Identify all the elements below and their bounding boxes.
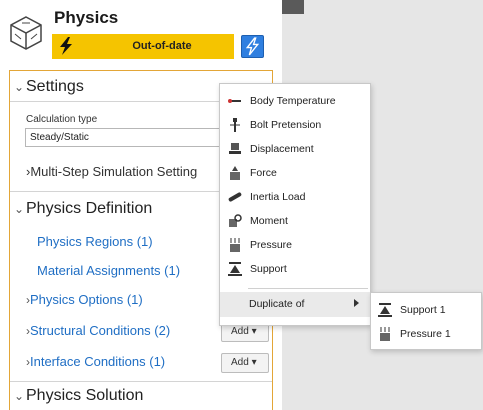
menu-item-duplicate-of[interactable]: Duplicate of — [220, 292, 370, 317]
menu-item-inertia-load[interactable]: Inertia Load — [220, 185, 370, 209]
multi-step-settings[interactable]: ›Multi-Step Simulation Setting — [26, 164, 197, 179]
update-button[interactable] — [241, 35, 264, 58]
menu-item-body-temperature[interactable]: Body Temperature — [220, 89, 370, 113]
physics-options-item[interactable]: ›Physics Options (1) — [26, 292, 143, 307]
submenu-item-label: Support 1 — [400, 304, 446, 316]
moment-icon — [229, 214, 242, 227]
displacement-icon — [229, 143, 241, 154]
divider — [10, 381, 272, 382]
structural-conditions-label: Structural Conditions (2) — [30, 323, 171, 338]
bolt-icon — [230, 118, 240, 132]
physics-options-label: Physics Options (1) — [30, 292, 143, 307]
menu-item-label: Moment — [250, 215, 288, 227]
lightning-icon — [245, 37, 260, 56]
menu-item-label: Displacement — [250, 143, 314, 155]
add-condition-menu: Body Temperature Bolt Pretension Displac… — [219, 83, 371, 326]
settings-section-header[interactable]: ⌄ Settings — [14, 78, 84, 96]
physics-cube-icon — [10, 16, 42, 50]
settings-heading: Settings — [26, 78, 84, 95]
physics-definition-header[interactable]: ⌄ Physics Definition — [14, 200, 152, 218]
force-icon — [230, 166, 240, 180]
physics-definition-heading: Physics Definition — [26, 200, 153, 217]
support-icon — [228, 262, 242, 276]
menu-item-label: Force — [250, 167, 277, 179]
structural-conditions-item[interactable]: ›Structural Conditions (2) — [26, 323, 170, 338]
thermometer-icon — [228, 99, 241, 103]
add-label: Add — [231, 326, 249, 337]
submenu-item-support-1[interactable]: Support 1 — [371, 298, 481, 322]
status-text: Out-of-date — [132, 40, 192, 52]
status-badge: Out-of-date — [52, 34, 234, 59]
support-icon — [378, 303, 392, 317]
chevron-down-icon: ⌄ — [14, 389, 25, 403]
inertia-icon — [228, 192, 242, 202]
physics-solution-header[interactable]: ⌄ Physics Solution — [14, 387, 143, 405]
menu-item-label: Body Temperature — [250, 95, 336, 107]
menu-item-label: Inertia Load — [250, 191, 306, 203]
pressure-icon — [230, 238, 240, 252]
page-title: Physics — [54, 8, 119, 27]
submenu-item-pressure-1[interactable]: Pressure 1 — [371, 322, 481, 346]
menu-item-displacement[interactable]: Displacement — [220, 137, 370, 161]
duplicate-of-label: Duplicate of — [249, 298, 305, 310]
menu-item-moment[interactable]: Moment — [220, 209, 370, 233]
physics-header: Physics Out-of-date — [0, 0, 282, 70]
menu-item-force[interactable]: Force — [220, 161, 370, 185]
viewport-topbar — [282, 0, 304, 14]
calculation-type-label: Calculation type — [26, 114, 98, 125]
menu-item-label: Support — [250, 263, 287, 275]
submenu-arrow-icon — [354, 299, 359, 307]
menu-item-support[interactable]: Support — [220, 257, 370, 281]
submenu-item-label: Pressure 1 — [400, 328, 451, 340]
menu-item-label: Pressure — [250, 239, 293, 251]
menu-item-label: Bolt Pretension — [250, 119, 322, 131]
physics-solution-heading: Physics Solution — [26, 387, 144, 404]
add-interface-button[interactable]: Add ▾ — [221, 353, 269, 373]
chevron-down-icon: ⌄ — [14, 80, 25, 94]
physics-regions-link[interactable]: Physics Regions (1) — [37, 234, 153, 249]
interface-conditions-item[interactable]: ›Interface Conditions (1) — [26, 354, 165, 369]
multi-step-label: Multi-Step Simulation Setting — [30, 164, 198, 179]
menu-separator — [248, 288, 368, 289]
menu-item-bolt-pretension[interactable]: Bolt Pretension — [220, 113, 370, 137]
interface-conditions-label: Interface Conditions (1) — [30, 354, 166, 369]
chevron-down-icon: ⌄ — [14, 202, 25, 216]
duplicate-submenu: Support 1 Pressure 1 — [370, 292, 482, 350]
menu-item-pressure[interactable]: Pressure — [220, 233, 370, 257]
add-label: Add — [231, 357, 249, 368]
pressure-icon — [380, 327, 390, 341]
material-assignments-link[interactable]: Material Assignments (1) — [37, 263, 180, 278]
